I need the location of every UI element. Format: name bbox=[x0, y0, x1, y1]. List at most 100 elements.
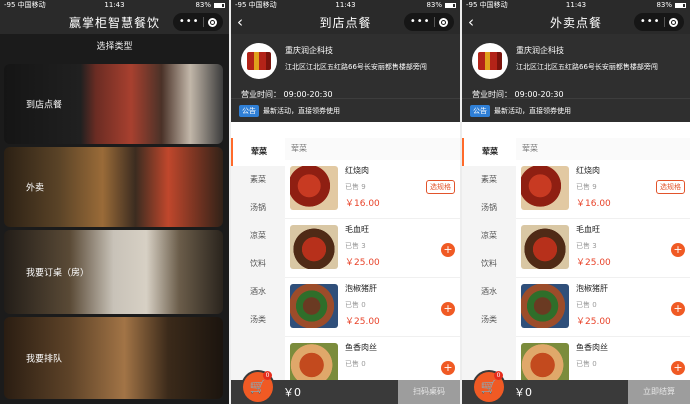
add-dish-button[interactable]: + bbox=[671, 302, 685, 316]
carrier-text: -95 中国移动 bbox=[466, 1, 508, 9]
notice-tag: 公告 bbox=[239, 104, 259, 117]
shop-header: 重庆润企科技 江北区江北区五红路66号长安丽都售楼部旁闯 营业时间： 09:00… bbox=[231, 34, 460, 99]
takeout-card[interactable]: 外卖 bbox=[4, 147, 223, 227]
takeout-order-screen: -95 中国移动 11:43 83% ‹ 外卖点餐 ••• 重庆润企科技 江北区… bbox=[462, 0, 690, 404]
takeout-label: 外卖 bbox=[26, 183, 45, 194]
dish-name: 毛血旺 bbox=[345, 225, 369, 234]
choose-type-label: 选择类型 bbox=[96, 42, 133, 52]
dish-sold: 已售 0 bbox=[576, 360, 597, 368]
dish-sold: 已售 0 bbox=[345, 301, 366, 309]
add-dish-button[interactable]: + bbox=[671, 243, 685, 257]
choose-spec-button[interactable]: 选规格 bbox=[426, 180, 455, 194]
mini-program-capsule[interactable]: ••• bbox=[634, 13, 684, 31]
add-dish-button[interactable]: + bbox=[441, 243, 455, 257]
battery-text: 83% bbox=[426, 1, 442, 9]
category-item[interactable]: 饮料 bbox=[462, 250, 516, 278]
carrier-text: -95 中国移动 bbox=[4, 1, 46, 9]
dish-name: 鱼香肉丝 bbox=[576, 343, 608, 352]
shop-address: 江北区江北区五红路66号长安丽都售楼部旁闯 bbox=[285, 63, 427, 71]
category-item[interactable]: 酒水 bbox=[231, 278, 285, 306]
dish-item: 红烧肉 已售 9 ￥16.00 选规格 bbox=[516, 160, 690, 219]
dish-name: 红烧肉 bbox=[576, 166, 600, 175]
dine-in-card[interactable]: 到店点餐 bbox=[4, 64, 223, 144]
category-item[interactable]: 汤类 bbox=[462, 306, 516, 334]
dish-sold: 已售 9 bbox=[576, 183, 597, 191]
notice-bar[interactable]: 公告 最新活动，直接领券使用 bbox=[231, 98, 460, 122]
reserve-table-card[interactable]: 我要订桌（房） bbox=[4, 230, 223, 314]
mini-program-capsule[interactable]: ••• bbox=[173, 13, 223, 31]
category-item[interactable]: 凉菜 bbox=[462, 222, 516, 250]
category-item[interactable]: 凉菜 bbox=[231, 222, 285, 250]
dish-photo bbox=[290, 225, 338, 269]
cart-count-badge: 0 bbox=[494, 371, 503, 380]
dish-list: 荤菜 红烧肉 已售 9 ￥16.00 选规格 毛血旺 已售 3 ￥25.00 +… bbox=[516, 138, 690, 404]
shop-logo bbox=[241, 43, 277, 79]
reserve-table-label: 我要订桌（房） bbox=[26, 268, 90, 279]
dish-name: 泡椒猪肝 bbox=[345, 284, 377, 293]
add-dish-button[interactable]: + bbox=[441, 361, 455, 375]
dish-sold: 已售 0 bbox=[576, 301, 597, 309]
category-item[interactable]: 酒水 bbox=[462, 278, 516, 306]
dish-price: ￥16.00 bbox=[345, 199, 380, 209]
target-icon[interactable] bbox=[439, 17, 449, 27]
choose-spec-button[interactable]: 选规格 bbox=[656, 180, 685, 194]
capsule-divider bbox=[203, 17, 205, 27]
category-item[interactable]: 汤锅 bbox=[231, 194, 285, 222]
more-dots-icon[interactable]: ••• bbox=[640, 17, 661, 27]
target-icon[interactable] bbox=[208, 17, 218, 27]
notice-bar[interactable]: 公告 最新活动，直接领券使用 bbox=[462, 98, 690, 122]
status-bar: -95 中国移动 11:43 83% bbox=[462, 0, 690, 10]
battery-icon bbox=[445, 2, 456, 8]
menu-body: 荤菜 素菜 汤锅 凉菜 饮料 酒水 汤类 荤菜 红烧肉 已售 9 ￥16.00 … bbox=[462, 138, 690, 404]
shop-name: 重庆润企科技 bbox=[285, 46, 333, 55]
capsule-divider bbox=[664, 17, 666, 27]
more-dots-icon[interactable]: ••• bbox=[410, 17, 431, 27]
shop-name: 重庆润企科技 bbox=[516, 46, 564, 55]
notice-tag: 公告 bbox=[470, 104, 490, 117]
category-item[interactable]: 素菜 bbox=[231, 166, 285, 194]
dish-sold: 已售 3 bbox=[345, 242, 366, 250]
dish-item: 红烧肉 已售 9 ￥16.00 选规格 bbox=[285, 160, 460, 219]
category-item[interactable]: 荤菜 bbox=[462, 138, 516, 166]
dish-sold: 已售 0 bbox=[345, 360, 366, 368]
queue-label: 我要排队 bbox=[26, 354, 63, 365]
scan-table-code-button[interactable]: 扫码桌码 bbox=[398, 380, 460, 404]
dish-photo bbox=[290, 284, 338, 328]
nav-bar: ‹ 外卖点餐 ••• bbox=[462, 10, 690, 34]
add-dish-button[interactable]: + bbox=[671, 361, 685, 375]
dish-photo bbox=[521, 225, 569, 269]
category-item[interactable]: 汤锅 bbox=[462, 194, 516, 222]
add-dish-button[interactable]: + bbox=[441, 302, 455, 316]
dine-in-label: 到店点餐 bbox=[26, 100, 63, 111]
cart-total: ￥0 bbox=[283, 386, 301, 399]
battery-icon bbox=[214, 2, 225, 8]
notice-text: 最新活动，直接领券使用 bbox=[494, 106, 571, 115]
checkout-button[interactable]: 立即结算 bbox=[628, 380, 690, 404]
category-item[interactable]: 汤类 bbox=[231, 306, 285, 334]
dish-sold: 已售 3 bbox=[576, 242, 597, 250]
battery-icon bbox=[675, 2, 686, 8]
chevron-left-icon[interactable]: ‹ bbox=[468, 13, 475, 31]
dish-name: 鱼香肉丝 bbox=[345, 343, 377, 352]
category-item[interactable]: 荤菜 bbox=[231, 138, 285, 166]
dish-name: 泡椒猪肝 bbox=[576, 284, 608, 293]
dish-price: ￥25.00 bbox=[576, 317, 611, 327]
battery-text: 83% bbox=[656, 1, 672, 9]
dish-photo bbox=[521, 166, 569, 210]
more-dots-icon[interactable]: ••• bbox=[179, 17, 200, 27]
chevron-left-icon[interactable]: ‹ bbox=[237, 13, 244, 31]
status-bar: -95 中国移动 11:43 83% bbox=[231, 0, 460, 10]
list-section-title: 荤菜 bbox=[516, 138, 690, 160]
cart-total: ￥0 bbox=[514, 386, 532, 399]
carrier-text: -95 中国移动 bbox=[235, 1, 277, 9]
mini-program-capsule[interactable]: ••• bbox=[404, 13, 454, 31]
category-item[interactable]: 素菜 bbox=[462, 166, 516, 194]
logo-image bbox=[247, 52, 271, 70]
category-sidebar: 荤菜 素菜 汤锅 凉菜 饮料 酒水 汤类 bbox=[231, 138, 285, 404]
target-icon[interactable] bbox=[669, 17, 679, 27]
dish-photo bbox=[290, 166, 338, 210]
category-item[interactable]: 饮料 bbox=[231, 250, 285, 278]
dish-name: 红烧肉 bbox=[345, 166, 369, 175]
dine-in-order-screen: -95 中国移动 11:43 83% ‹ 到店点餐 ••• 重庆润企科技 江北区… bbox=[231, 0, 460, 404]
queue-card[interactable]: 我要排队 bbox=[4, 317, 223, 399]
